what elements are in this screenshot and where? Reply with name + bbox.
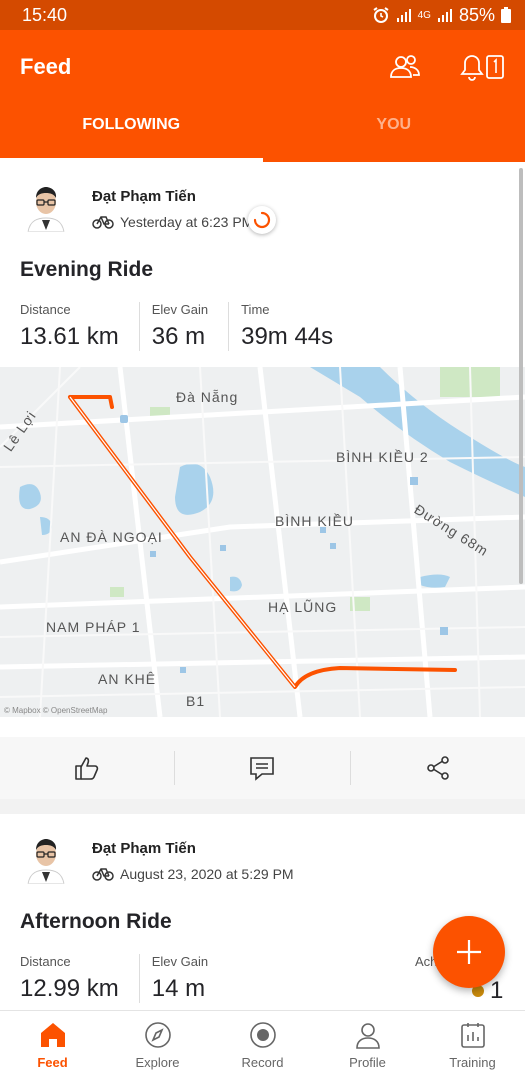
nav-training[interactable]: Training bbox=[420, 1011, 525, 1080]
nav-label: Explore bbox=[135, 1055, 180, 1070]
feed-tabs: FOLLOWING YOU bbox=[0, 102, 525, 162]
map-attribution: © Mapbox © OpenStreetMap bbox=[4, 706, 108, 715]
notifications-button[interactable] bbox=[456, 50, 508, 84]
status-time: 15:40 bbox=[22, 4, 68, 25]
activity-stats: Distance 13.61 km Elev Gain 36 m Time 39… bbox=[20, 302, 365, 351]
activity-actions bbox=[0, 737, 525, 799]
stat-value: 12.99 km bbox=[20, 975, 119, 1002]
nav-record[interactable]: Record bbox=[210, 1011, 315, 1080]
map-label: Đà Nẵng bbox=[176, 389, 239, 405]
home-icon bbox=[40, 1023, 65, 1047]
stat-distance: Distance 13.61 km bbox=[20, 302, 140, 351]
avatar[interactable] bbox=[24, 832, 68, 884]
people-icon bbox=[390, 55, 420, 78]
profile-icon bbox=[355, 1023, 380, 1049]
activity-datetime: August 23, 2020 at 5:29 PM bbox=[120, 866, 294, 882]
status-bar: 15:40 4G 85% bbox=[0, 0, 525, 30]
signal-icon bbox=[396, 9, 411, 22]
share-icon bbox=[427, 756, 449, 780]
athlete-photo bbox=[24, 180, 68, 232]
tab-you[interactable]: YOU bbox=[263, 102, 525, 162]
activity-stats: Distance 12.99 km Elev Gain 14 m bbox=[20, 954, 240, 1003]
activity-meta: August 23, 2020 at 5:29 PM bbox=[92, 866, 294, 882]
signal-icon-2 bbox=[437, 9, 452, 22]
stat-elev-gain: Elev Gain 14 m bbox=[152, 954, 228, 1003]
activity-title[interactable]: Afternoon Ride bbox=[20, 910, 172, 934]
spinner-icon bbox=[253, 211, 271, 229]
stat-label: Elev Gain bbox=[151, 954, 209, 969]
tab-following[interactable]: FOLLOWING bbox=[0, 102, 263, 162]
map-label: BÌNH KIỀU bbox=[275, 513, 355, 529]
map-label: B1 bbox=[186, 693, 206, 709]
stat-distance: Distance 12.99 km bbox=[20, 954, 140, 1003]
stat-label: Distance bbox=[20, 302, 71, 317]
battery-icon bbox=[501, 7, 511, 23]
stat-time: Time 39m 44s bbox=[241, 302, 353, 351]
plus-icon bbox=[457, 940, 481, 964]
system-icons: 4G 85% bbox=[372, 5, 511, 26]
nav-profile[interactable]: Profile bbox=[315, 1011, 420, 1080]
athlete-name[interactable]: Đạt Phạm Tiến bbox=[92, 188, 196, 205]
map-label: AN KHÊ bbox=[98, 671, 157, 687]
stat-label: Elev Gain bbox=[151, 302, 209, 317]
activity-datetime: Yesterday at 6:23 PM bbox=[120, 214, 254, 230]
stat-value: 36 m bbox=[151, 323, 206, 350]
kudos-button[interactable] bbox=[0, 751, 176, 785]
share-button[interactable] bbox=[351, 751, 525, 785]
nav-label: Feed bbox=[37, 1055, 68, 1070]
training-icon bbox=[460, 1023, 485, 1048]
stat-value: 14 m bbox=[151, 975, 206, 1002]
activity-card[interactable]: Đạt Phạm Tiến Yesterday at 6:23 PM Eveni… bbox=[0, 162, 525, 799]
add-post-button[interactable] bbox=[433, 916, 505, 988]
bell-icon bbox=[460, 55, 504, 81]
map-label: NAM PHÁP 1 bbox=[46, 619, 141, 635]
map-label: BÌNH KIỀU 2 bbox=[336, 449, 429, 465]
comment-button[interactable] bbox=[175, 751, 351, 785]
map-label: HẠ LŨNG bbox=[268, 599, 338, 615]
thumbs-up-icon bbox=[75, 757, 99, 780]
bike-icon bbox=[92, 868, 114, 881]
nav-label: Profile bbox=[349, 1055, 386, 1070]
bottom-nav: Feed Explore Record Profile Training bbox=[0, 1010, 525, 1080]
record-icon bbox=[249, 1022, 276, 1048]
compass-icon bbox=[144, 1022, 171, 1048]
nav-explore[interactable]: Explore bbox=[105, 1011, 210, 1080]
stat-label: Time bbox=[241, 302, 270, 317]
nav-label: Training bbox=[449, 1055, 496, 1070]
stat-elev-gain: Elev Gain 36 m bbox=[151, 302, 230, 351]
app-header: Feed FOLLOWING YOU bbox=[0, 30, 525, 162]
stat-value: 39m 44s bbox=[241, 323, 334, 350]
stat-label: Distance bbox=[20, 954, 71, 969]
athlete-name[interactable]: Đạt Phạm Tiến bbox=[92, 840, 196, 857]
activity-meta: Yesterday at 6:23 PM bbox=[92, 214, 253, 230]
stat-value: 13.61 km bbox=[20, 323, 119, 350]
page-title: Feed bbox=[20, 54, 72, 79]
avatar[interactable] bbox=[24, 180, 68, 232]
activity-title[interactable]: Evening Ride bbox=[20, 258, 153, 282]
route-map[interactable]: Đà Nẵng Lê Lợi BÌNH KIỀU 2 BÌNH KIỀU AN … bbox=[0, 367, 525, 717]
network-type: 4G bbox=[417, 9, 431, 21]
loading-spinner bbox=[248, 206, 276, 234]
comment-icon bbox=[250, 757, 275, 781]
athlete-photo bbox=[24, 832, 68, 884]
nav-feed[interactable]: Feed bbox=[0, 1011, 105, 1080]
battery-percent: 85% bbox=[458, 4, 495, 25]
find-friends-button[interactable] bbox=[388, 50, 422, 84]
nav-label: Record bbox=[241, 1055, 284, 1070]
map-label: AN ĐÀ NGOẠI bbox=[60, 529, 163, 545]
alarm-icon bbox=[373, 7, 389, 23]
bike-icon bbox=[92, 216, 114, 229]
achievement-count: 1 bbox=[490, 977, 504, 1004]
scrollbar[interactable] bbox=[519, 168, 523, 584]
